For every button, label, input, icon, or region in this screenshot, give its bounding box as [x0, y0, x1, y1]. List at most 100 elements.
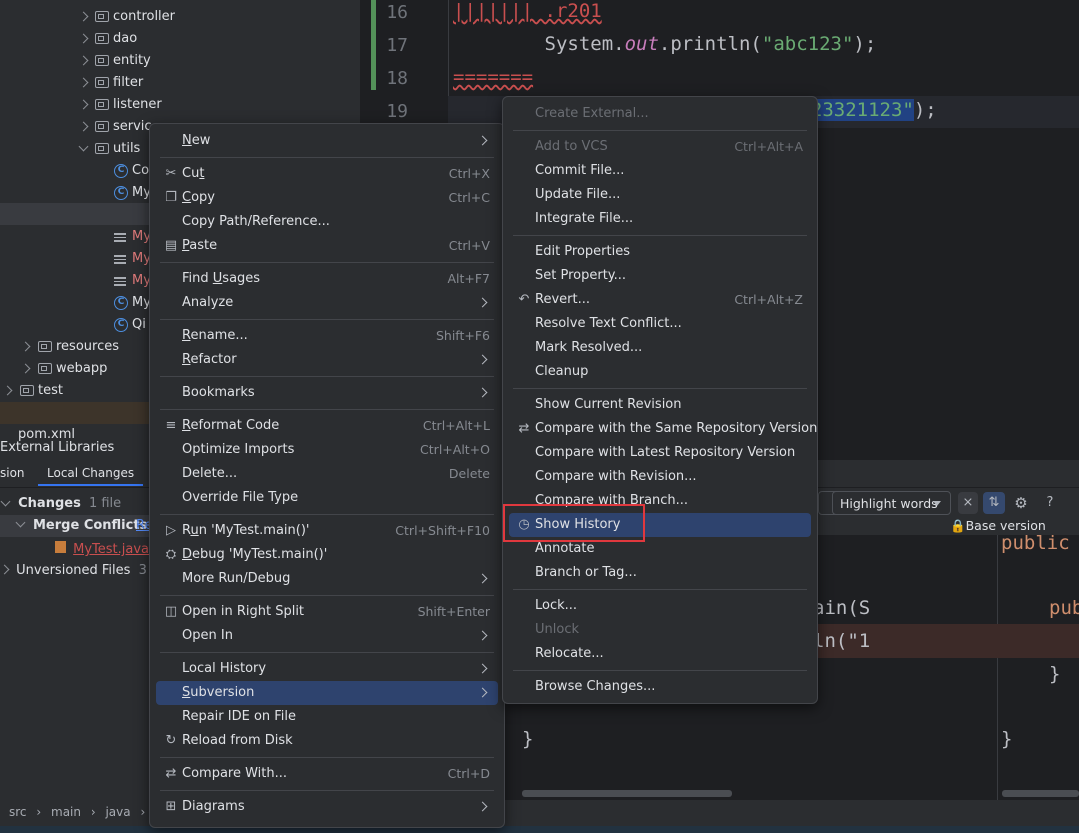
menu-item-open-in-right-split[interactable]: ◫ Open in Right Split Shift+Enter	[156, 600, 498, 624]
menu-item-copy[interactable]: ❐ Copy Ctrl+C	[156, 186, 498, 210]
menu-item-copy-path-reference[interactable]: Copy Path/Reference...	[156, 210, 498, 234]
menu-item-reformat-code[interactable]: ≡ Reformat Code Ctrl+Alt+L	[156, 414, 498, 438]
menu-item-compare-with-the-same-repository-version[interactable]: ⇄ Compare with the Same Repository Versio…	[509, 417, 818, 441]
menu-item-set-property[interactable]: Set Property...	[509, 264, 811, 288]
menu-separator	[160, 652, 494, 653]
menu-item-local-history[interactable]: Local History	[156, 657, 498, 681]
menu-item-rename[interactable]: Rename... Shift+F6	[156, 324, 498, 348]
menu-item-resolve-text-conflict[interactable]: Resolve Text Conflict...	[509, 312, 811, 336]
menu-separator	[160, 376, 494, 377]
menu-item-revert[interactable]: ↶ Revert... Ctrl+Alt+Z	[509, 288, 811, 312]
tab-version[interactable]: sion	[0, 466, 25, 480]
menu-item-cleanup[interactable]: Cleanup	[509, 360, 811, 384]
chevron-right-icon[interactable]	[78, 11, 89, 22]
menu-item-run-mytest-main[interactable]: ▷ Run 'MyTest.main()' Ctrl+Shift+F10	[156, 519, 498, 543]
tree-item[interactable]: listener	[0, 94, 360, 116]
tree-item[interactable]: filter	[0, 72, 360, 94]
menu-item-label: Delete...	[182, 466, 238, 481]
menu-item-label: Add to VCS	[535, 139, 608, 154]
changes-label: Changes	[18, 496, 81, 511]
menu-item-label: Integrate File...	[535, 211, 634, 226]
chevron-right-icon[interactable]	[2, 385, 13, 396]
menu-item-override-file-type[interactable]: Override File Type	[156, 486, 498, 510]
menu-item-more-run-debug[interactable]: More Run/Debug	[156, 567, 498, 591]
chevron-right-icon[interactable]	[78, 99, 89, 110]
menu-item-show-history[interactable]: ◷ Show History	[509, 513, 811, 537]
menu-item-shortcut: Ctrl+Alt+Z	[734, 292, 803, 307]
tree-item[interactable]: entity	[0, 50, 360, 72]
menu-item-diagrams[interactable]: ⊞ Diagrams	[156, 795, 498, 819]
chevron-right-icon[interactable]	[78, 121, 89, 132]
menu-item-subversion[interactable]: Subversion	[156, 681, 498, 705]
menu-item-analyze[interactable]: Analyze	[156, 291, 498, 315]
chevron-right-icon[interactable]	[78, 55, 89, 66]
menu-item-find-usages[interactable]: Find Usages Alt+F7	[156, 267, 498, 291]
menu-item-commit-file[interactable]: Commit File...	[509, 159, 811, 183]
conflict-file-row[interactable]: MyTest.java	[55, 541, 149, 557]
menu-item-compare-with-branch[interactable]: Compare with Branch...	[509, 489, 811, 513]
menu-item-shortcut: Ctrl+Alt+O	[420, 442, 490, 457]
menu-item-annotate[interactable]: Annotate	[509, 537, 811, 561]
horizontal-scrollbar[interactable]	[522, 790, 732, 797]
menu-item-label: Open in Right Split	[182, 604, 305, 619]
changes-group[interactable]: Changes 1 file	[0, 496, 121, 511]
menu-item-repair-ide-on-file[interactable]: Repair IDE on File	[156, 705, 498, 729]
menu-item-optimize-imports[interactable]: Optimize Imports Ctrl+Alt+O	[156, 438, 498, 462]
menu-item-shortcut: Shift+Enter	[417, 604, 490, 619]
menu-item-delete[interactable]: Delete... Delete	[156, 462, 498, 486]
menu-item-edit-properties[interactable]: Edit Properties	[509, 240, 811, 264]
tree-item-label: Co	[132, 163, 150, 178]
menu-item-browse-changes[interactable]: Browse Changes...	[509, 675, 811, 699]
menu-item-debug-mytest-main[interactable]: ⛭ Debug 'MyTest.main()'	[156, 543, 498, 567]
breadcrumb-item[interactable]: java	[105, 805, 130, 819]
menu-item-relocate[interactable]: Relocate...	[509, 642, 811, 666]
folder-icon	[95, 33, 109, 44]
highlight-words-select[interactable]: Highlight words	[832, 491, 951, 515]
menu-item-compare-with-latest-repository-version[interactable]: Compare with Latest Repository Version	[509, 441, 811, 465]
menu-item-open-in[interactable]: Open In	[156, 624, 498, 648]
tree-item-label: Qi	[132, 317, 146, 332]
menu-item-new[interactable]: New	[156, 129, 498, 153]
menu-item-update-file[interactable]: Update File...	[509, 183, 811, 207]
debug-icon: ⛭	[165, 547, 177, 562]
menu-separator	[160, 595, 494, 596]
menu-item-compare-with-revision[interactable]: Compare with Revision...	[509, 465, 811, 489]
tree-item[interactable]: controller	[0, 6, 360, 28]
menu-item-show-current-revision[interactable]: Show Current Revision	[509, 393, 811, 417]
menu-item-label: More Run/Debug	[182, 571, 291, 586]
folder-icon	[38, 363, 52, 374]
menu-item-refactor[interactable]: Refactor	[156, 348, 498, 372]
menu-item-lock[interactable]: Lock...	[509, 594, 811, 618]
merge-conflicts-row[interactable]: Merge Conflicts Re	[0, 515, 152, 537]
menu-item-mark-resolved[interactable]: Mark Resolved...	[509, 336, 811, 360]
tree-item-label: test	[38, 383, 63, 398]
menu-item-bookmarks[interactable]: Bookmarks	[156, 381, 498, 405]
collapse-unchanged-icon[interactable]: ⨯	[958, 492, 978, 514]
changes-count: 1 file	[88, 496, 122, 511]
tab-local-changes[interactable]: Local Changes	[38, 462, 144, 486]
menu-item-integrate-file[interactable]: Integrate File...	[509, 207, 811, 231]
gear-icon[interactable]: ⚙	[1011, 492, 1031, 514]
horizontal-scrollbar[interactable]	[1002, 790, 1079, 797]
menu-item-cut[interactable]: ✂ Cut Ctrl+X	[156, 162, 498, 186]
chevron-right-icon[interactable]	[78, 77, 89, 88]
chevron-right-icon[interactable]	[78, 33, 89, 44]
breadcrumb-item[interactable]: main	[51, 805, 81, 819]
sync-scroll-icon[interactable]: ⇅	[983, 492, 1005, 514]
menu-item-reload-from-disk[interactable]: ↻ Reload from Disk	[156, 729, 498, 753]
chevron-right-icon[interactable]	[20, 341, 31, 352]
menu-item-label: Cleanup	[535, 364, 589, 379]
unversioned-files-group[interactable]: Unversioned Files 3 file	[0, 563, 171, 578]
chevron-down-icon[interactable]	[78, 141, 89, 152]
menu-item-branch-or-tag[interactable]: Branch or Tag...	[509, 561, 811, 585]
tree-item[interactable]: dao	[0, 28, 360, 50]
file-icon	[114, 231, 126, 243]
chevron-right-icon[interactable]	[20, 363, 31, 374]
breadcrumb-item[interactable]: src	[9, 805, 27, 819]
menu-separator	[513, 388, 807, 389]
help-icon[interactable]: ?	[1040, 492, 1060, 514]
menu-item-compare-with[interactable]: ⇄ Compare With... Ctrl+D	[156, 762, 498, 786]
menu-item-paste[interactable]: ▤ Paste Ctrl+V	[156, 234, 498, 258]
line-number: 18	[386, 68, 408, 89]
menu-separator	[160, 790, 494, 791]
